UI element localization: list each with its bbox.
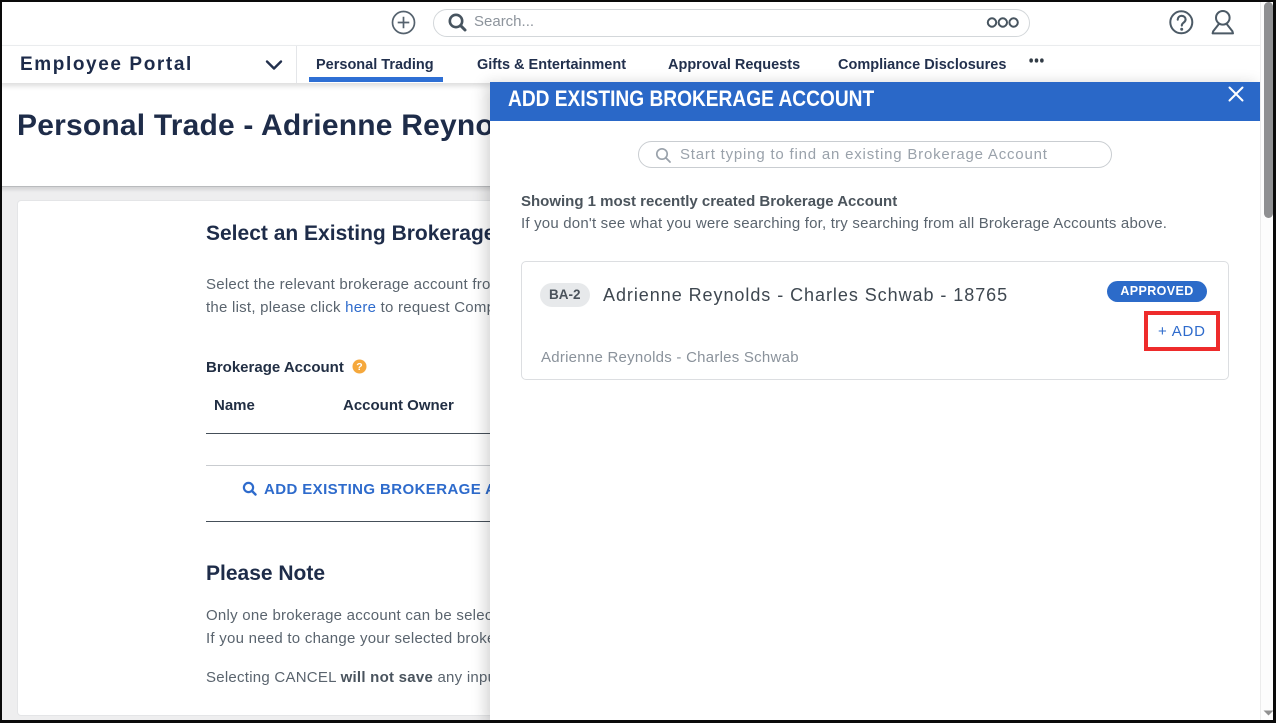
svg-text:?: ? [356,361,362,373]
